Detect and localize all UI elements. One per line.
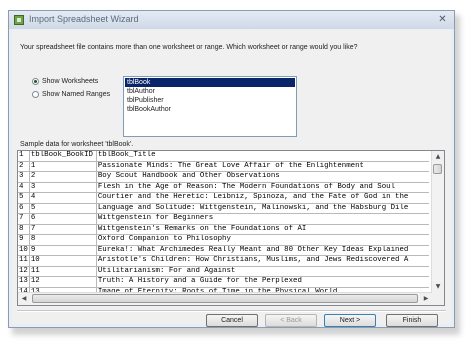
worksheet-item[interactable]: tblAuthor bbox=[125, 87, 295, 96]
table-row: 13 12 Truth: A History and a Guide for the… bbox=[18, 276, 429, 288]
worksheet-item[interactable]: tblBook bbox=[125, 78, 295, 87]
cancel-button[interactable]: Cancel bbox=[206, 314, 258, 327]
table-row: 9 8 Oxford Companion to Philosophy bbox=[18, 234, 429, 246]
table-row: 1 tblBook_BookID tblBook_Title bbox=[18, 151, 429, 162]
book-id-cell: 8 bbox=[29, 234, 97, 246]
book-id-cell: 2 bbox=[29, 171, 97, 183]
scrollbar-corner bbox=[432, 293, 444, 305]
table-row: 5 4 Courtier and the Heretic: Leibniz, Spi… bbox=[18, 192, 429, 204]
row-number-cell: 7 bbox=[18, 213, 30, 225]
show-named-ranges-label: Show Named Ranges bbox=[42, 91, 111, 98]
prompt-text: Your spreadsheet file contains more than… bbox=[20, 44, 358, 51]
book-title-cell: Language and Solitude: Wittgenstein, Mal… bbox=[96, 203, 429, 214]
show-worksheets-label: Show Worksheets bbox=[42, 78, 99, 85]
table-row: 12 11 Utilitarianism: For and Against bbox=[18, 266, 429, 277]
table-row: 6 5 Language and Solitude: Wittgenstein, M… bbox=[18, 203, 429, 214]
row-number-cell: 3 bbox=[18, 171, 30, 183]
book-id-cell: 4 bbox=[29, 192, 97, 204]
book-title-cell: Flesh in the Age of Reason: The Modern F… bbox=[96, 182, 429, 193]
access-app-icon bbox=[14, 15, 24, 25]
show-worksheets-option[interactable]: Show Worksheets bbox=[32, 78, 98, 85]
book-id-cell: 1 bbox=[29, 161, 97, 172]
book-title-cell: Boy Scout Handbook and Other Observation… bbox=[96, 171, 429, 183]
table-row: 10 9 Eureka!: What Archimedes Really Meant… bbox=[18, 245, 429, 256]
row-number-cell: 2 bbox=[18, 161, 30, 172]
book-id-cell: 6 bbox=[29, 213, 97, 225]
sample-data-grid[interactable]: 1 tblBook_BookID tblBook_Title 2 1 Passionate… bbox=[17, 150, 445, 306]
table-row: 8 7 Wittgenstein's Remarks on the Foundati… bbox=[18, 224, 429, 235]
book-id-cell: 11 bbox=[29, 266, 97, 277]
book-id-cell: 3 bbox=[29, 182, 97, 193]
button-divider bbox=[17, 310, 446, 312]
row-number-cell: 1 bbox=[18, 151, 30, 162]
book-title-cell: Oxford Companion to Philosophy bbox=[96, 234, 429, 246]
book-title-cell: tblBook_Title bbox=[96, 151, 429, 162]
book-title-cell: Wittgenstein for Beginners bbox=[96, 213, 429, 225]
scroll-down-button[interactable]: ▼ bbox=[432, 281, 444, 293]
finish-button[interactable]: Finish bbox=[386, 314, 438, 327]
book-title-cell: Truth: A History and a Guide for the Per… bbox=[96, 276, 429, 288]
row-number-cell: 13 bbox=[18, 276, 30, 288]
horizontal-scrollbar[interactable]: ◀ ▶ bbox=[18, 292, 432, 305]
table-row: 3 2 Boy Scout Handbook and Other Observati… bbox=[18, 171, 429, 183]
book-id-cell: 12 bbox=[29, 276, 97, 288]
book-title-cell: Courtier and the Heretic: Leibniz, Spino… bbox=[96, 192, 429, 204]
row-number-cell: 8 bbox=[18, 224, 30, 235]
worksheet-item[interactable]: tblBookAuthor bbox=[125, 105, 295, 114]
dialog-body: Your spreadsheet file contains more than… bbox=[12, 30, 451, 327]
scroll-right-button[interactable]: ▶ bbox=[420, 293, 432, 305]
row-number-cell: 5 bbox=[18, 192, 30, 204]
next-button[interactable]: Next > bbox=[324, 314, 376, 327]
book-id-cell: 7 bbox=[29, 224, 97, 235]
worksheet-list[interactable]: tblBook tblAuthor tblPublisher tblBookAu… bbox=[123, 76, 297, 137]
table-row: 2 1 Passionate Minds: The Great Love Affai… bbox=[18, 161, 429, 172]
row-number-cell: 10 bbox=[18, 245, 30, 256]
horizontal-scroll-thumb[interactable] bbox=[32, 294, 418, 303]
book-title-cell: Passionate Minds: The Great Love Affair … bbox=[96, 161, 429, 172]
book-id-cell: 9 bbox=[29, 245, 97, 256]
sample-data-label: Sample data for worksheet 'tblBook'. bbox=[20, 141, 134, 148]
book-title-cell: Utilitarianism: For and Against bbox=[96, 266, 429, 277]
scroll-up-button[interactable]: ▲ bbox=[432, 151, 444, 163]
table-row: 11 10 Aristotle's Children: How Christians… bbox=[18, 255, 429, 267]
show-named-ranges-option[interactable]: Show Named Ranges bbox=[32, 91, 110, 98]
table-row: 7 6 Wittgenstein for Beginners bbox=[18, 213, 429, 225]
row-number-cell: 6 bbox=[18, 203, 30, 214]
show-worksheets-radio[interactable] bbox=[32, 78, 39, 85]
book-title-cell: Eureka!: What Archimedes Really Meant an… bbox=[96, 245, 429, 256]
row-number-cell: 12 bbox=[18, 266, 30, 277]
book-title-cell: Aristotle's Children: How Christians, Mu… bbox=[96, 255, 429, 267]
close-button[interactable]: ✕ bbox=[436, 13, 449, 26]
book-id-cell: tblBook_BookID bbox=[29, 151, 97, 162]
book-title-cell: Wittgenstein's Remarks on the Foundation… bbox=[96, 224, 429, 235]
show-named-ranges-radio[interactable] bbox=[32, 91, 39, 98]
title-bar[interactable]: Import Spreadsheet Wizard ✕ bbox=[9, 11, 454, 29]
wizard-dialog: Import Spreadsheet Wizard ✕ Your spreads… bbox=[8, 10, 455, 328]
table-row: 4 3 Flesh in the Age of Reason: The Modern… bbox=[18, 182, 429, 193]
sample-data-table: 1 tblBook_BookID tblBook_Title 2 1 Passionate… bbox=[18, 151, 429, 293]
row-number-cell: 9 bbox=[18, 234, 30, 246]
vertical-scroll-thumb[interactable] bbox=[433, 164, 442, 174]
window-title: Import Spreadsheet Wizard bbox=[29, 14, 139, 24]
row-number-cell: 11 bbox=[18, 255, 30, 267]
vertical-scrollbar[interactable]: ▲ ▼ bbox=[431, 151, 444, 293]
book-id-cell: 10 bbox=[29, 255, 97, 267]
back-button[interactable]: < Back bbox=[265, 314, 317, 327]
row-number-cell: 4 bbox=[18, 182, 30, 193]
sample-data-viewport: 1 tblBook_BookID tblBook_Title 2 1 Passionate… bbox=[18, 151, 432, 293]
book-id-cell: 5 bbox=[29, 203, 97, 214]
worksheet-item[interactable]: tblPublisher bbox=[125, 96, 295, 105]
scroll-left-button[interactable]: ◀ bbox=[18, 293, 30, 305]
